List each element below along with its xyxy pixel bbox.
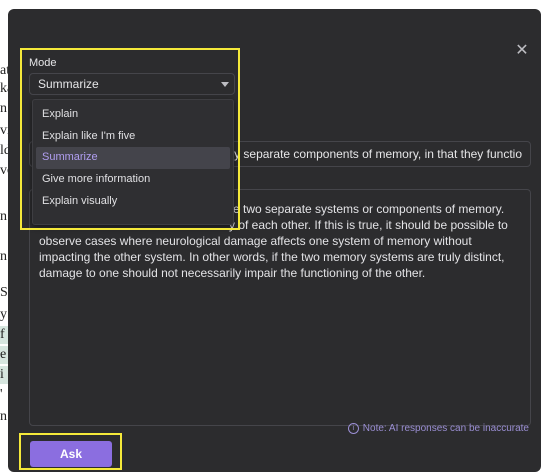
mode-option-explain[interactable]: Explain — [36, 104, 230, 126]
mode-dropdown-menu: Explain Explain like I'm five Summarize … — [32, 99, 234, 225]
mode-selected-value: Summarize — [38, 77, 99, 91]
mode-option-explain-like-five[interactable]: Explain like I'm five — [36, 126, 230, 148]
mode-select[interactable]: Summarize — [29, 73, 235, 95]
ai-disclaimer-note: i Note: AI responses can be inaccurate — [347, 423, 529, 434]
answer-line: damage to one should not necessarily imp… — [39, 266, 426, 280]
mode-label: Mode — [29, 57, 57, 69]
mode-option-summarize[interactable]: Summarize — [36, 147, 230, 170]
ai-assistant-dialog: ✕ Mode Summarize y separate components o… — [8, 9, 541, 472]
info-icon: i — [347, 423, 359, 434]
answer-line: impacting the other system. In other wor… — [39, 250, 505, 264]
ask-button[interactable]: Ask — [30, 441, 112, 467]
answer-line: observe cases where neurological damage … — [39, 234, 472, 248]
mode-option-explain-visually[interactable]: Explain visually — [36, 191, 230, 213]
note-text: Note: AI responses can be inaccurate — [362, 423, 529, 434]
chevron-down-icon — [221, 82, 229, 87]
mode-option-give-more-information[interactable]: Give more information — [36, 169, 230, 191]
close-icon[interactable]: ✕ — [513, 42, 531, 60]
